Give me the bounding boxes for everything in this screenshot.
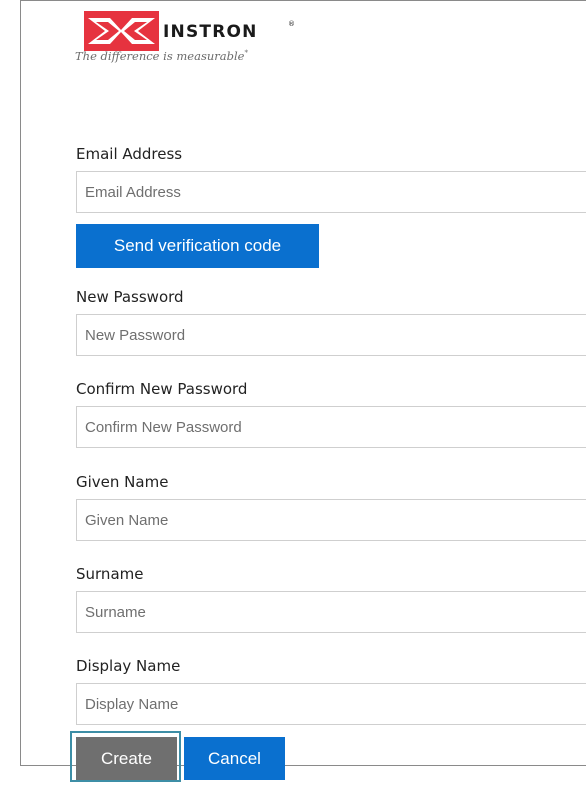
registered-mark: ® <box>288 20 295 28</box>
confirm-password-input[interactable] <box>76 406 586 448</box>
given-name-label: Given Name <box>76 473 169 491</box>
display-name-label: Display Name <box>76 657 181 675</box>
surname-input[interactable] <box>76 591 586 633</box>
given-name-input[interactable] <box>76 499 586 541</box>
instron-logo: INSTRON ® The difference is measurable* <box>75 11 324 71</box>
send-verification-code-button[interactable]: Send verification code <box>76 224 319 268</box>
instron-logo-mark-icon <box>84 11 159 51</box>
create-button[interactable]: Create <box>76 737 177 780</box>
email-input[interactable] <box>76 171 586 213</box>
brand-tagline: The difference is measurable* <box>75 49 248 63</box>
display-name-input[interactable] <box>76 683 586 725</box>
brand-wordmark: INSTRON <box>163 22 258 42</box>
new-password-label: New Password <box>76 288 184 306</box>
tagline-mark: * <box>244 49 248 58</box>
confirm-password-label: Confirm New Password <box>76 380 248 398</box>
email-label: Email Address <box>76 145 183 163</box>
new-password-input[interactable] <box>76 314 586 356</box>
cancel-button[interactable]: Cancel <box>184 737 285 780</box>
surname-label: Surname <box>76 565 144 583</box>
